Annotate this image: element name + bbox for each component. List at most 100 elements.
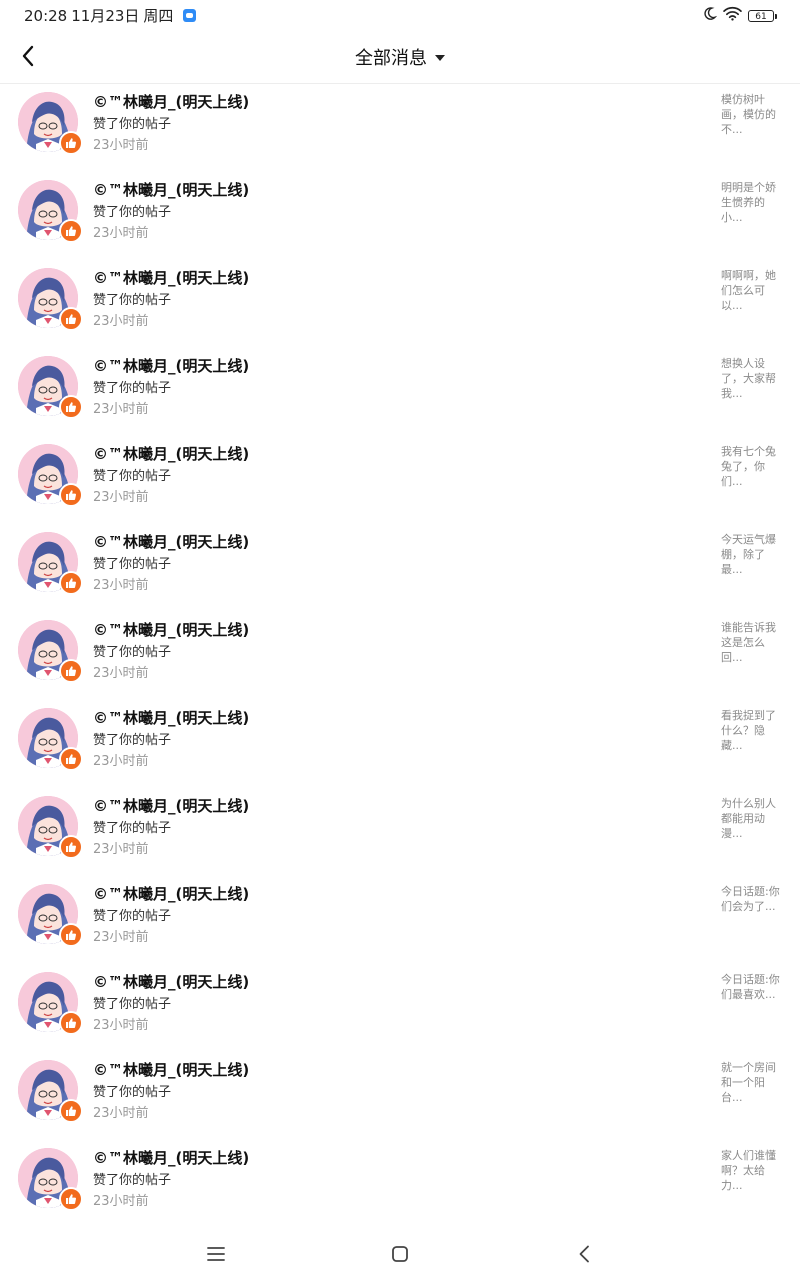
post-preview[interactable]: 就一个房间和一个阳台... [721,1060,785,1105]
post-preview[interactable]: 模仿树叶画，模仿的不... [721,92,785,137]
notification-item[interactable]: ©™林曦月_(明天上线) 赞了你的帖子 23小时前 家人们谁懂啊？太给力... [0,1140,800,1228]
thumbs-up-icon [66,578,77,588]
like-badge [59,395,83,419]
notification-item[interactable]: ©™林曦月_(明天上线) 赞了你的帖子 23小时前 为什么别人都能用动漫... [0,788,800,876]
status-left: 20:28 11月23日 周四 [24,5,197,26]
notification-item[interactable]: ©™林曦月_(明天上线) 赞了你的帖子 23小时前 谁能告诉我这是怎么回... [0,612,800,700]
sender-name[interactable]: ©™林曦月_(明天上线) [93,267,249,288]
notification-time: 23小时前 [93,930,149,945]
status-bar: 20:28 11月23日 周四 61 [0,0,800,30]
notification-action: 赞了你的帖子 [93,909,172,924]
status-weekday: 周四 [143,7,174,25]
like-badge [59,835,83,859]
thumbs-up-icon [66,666,77,676]
post-preview[interactable]: 为什么别人都能用动漫... [721,796,785,841]
notification-item[interactable]: ©™林曦月_(明天上线) 赞了你的帖子 23小时前 啊啊啊，她们怎么可以... [0,260,800,348]
notification-action: 赞了你的帖子 [93,645,172,660]
thumbs-up-icon [66,314,77,324]
home-button[interactable] [385,1242,415,1266]
thumbs-up-icon [66,1194,77,1204]
thumbs-up-icon [66,402,77,412]
notification-item[interactable]: ©™林曦月_(明天上线) 赞了你的帖子 23小时前 明明是个娇生惯养的小... [0,172,800,260]
notification-time: 23小时前 [93,226,149,241]
page-title: 全部消息 [355,48,427,69]
like-badge [59,1099,83,1123]
sender-name[interactable]: ©™林曦月_(明天上线) [93,883,249,904]
post-preview[interactable]: 今日话题:你们会为了... [721,884,785,914]
moon-icon [702,6,718,25]
notification-time: 23小时前 [93,402,149,417]
thumbs-up-icon [66,226,77,236]
home-icon [392,1246,408,1262]
notification-action: 赞了你的帖子 [93,821,172,836]
post-preview[interactable]: 明明是个娇生惯养的小... [721,180,785,225]
sender-name[interactable]: ©™林曦月_(明天上线) [93,707,249,728]
notification-item[interactable]: ©™林曦月_(明天上线) 赞了你的帖子 23小时前 模仿树叶画，模仿的不... [0,84,800,172]
notification-item[interactable]: ©™林曦月_(明天上线) 赞了你的帖子 23小时前 今日话题:你们会为了... [0,876,800,964]
notification-time: 23小时前 [93,314,149,329]
menu-icon [207,1247,225,1261]
back-icon [579,1245,589,1263]
battery-icon: 61 [748,9,777,22]
notification-item[interactable]: ©™林曦月_(明天上线) 赞了你的帖子 23小时前 就一个房间和一个阳台... [0,1052,800,1140]
notification-time: 23小时前 [93,1018,149,1033]
thumbs-up-icon [66,490,77,500]
sender-name[interactable]: ©™林曦月_(明天上线) [93,971,249,992]
notification-time: 23小时前 [93,754,149,769]
status-right: 61 [702,6,777,25]
post-preview[interactable]: 谁能告诉我这是怎么回... [721,620,785,665]
message-filter-dropdown[interactable]: 全部消息 [0,44,800,70]
sender-name[interactable]: ©™林曦月_(明天上线) [93,355,249,376]
thumbs-up-icon [66,138,77,148]
status-date: 11月23日 [71,7,140,25]
notification-action: 赞了你的帖子 [93,117,172,132]
notification-action: 赞了你的帖子 [93,293,172,308]
sender-name[interactable]: ©™林曦月_(明天上线) [93,443,249,464]
app-notification-icon [183,9,197,22]
like-badge [59,747,83,771]
notification-item[interactable]: ©™林曦月_(明天上线) 赞了你的帖子 23小时前 我有七个兔兔了，你们... [0,436,800,524]
notification-time: 23小时前 [93,842,149,857]
thumbs-up-icon [66,1018,77,1028]
post-preview[interactable]: 啊啊啊，她们怎么可以... [721,268,785,313]
sender-name[interactable]: ©™林曦月_(明天上线) [93,619,249,640]
notification-time: 23小时前 [93,1106,149,1121]
notification-item[interactable]: ©™林曦月_(明天上线) 赞了你的帖子 23小时前 今日话题:你们最喜欢... [0,964,800,1052]
sender-name[interactable]: ©™林曦月_(明天上线) [93,91,249,112]
notification-action: 赞了你的帖子 [93,381,172,396]
sender-name[interactable]: ©™林曦月_(明天上线) [93,795,249,816]
sender-name[interactable]: ©™林曦月_(明天上线) [93,179,249,200]
post-preview[interactable]: 我有七个兔兔了，你们... [721,444,785,489]
notification-time: 23小时前 [93,666,149,681]
caret-down-icon [435,55,445,61]
sender-name[interactable]: ©™林曦月_(明天上线) [93,1147,249,1168]
post-preview[interactable]: 想换人设了，大家帮我... [721,356,785,401]
wifi-icon [723,6,742,25]
sender-name[interactable]: ©™林曦月_(明天上线) [93,1059,249,1080]
post-preview[interactable]: 今日话题:你们最喜欢... [721,972,785,1002]
like-badge [59,483,83,507]
like-badge [59,307,83,331]
post-preview[interactable]: 今天运气爆棚，除了最... [721,532,785,577]
menu-button[interactable] [201,1242,231,1266]
notification-item[interactable]: ©™林曦月_(明天上线) 赞了你的帖子 23小时前 今天运气爆棚，除了最... [0,524,800,612]
like-badge [59,1187,83,1211]
thumbs-up-icon [66,842,77,852]
notification-action: 赞了你的帖子 [93,205,172,220]
notification-list: ©™林曦月_(明天上线) 赞了你的帖子 23小时前 模仿树叶画，模仿的不... … [0,84,800,1228]
thumbs-up-icon [66,1106,77,1116]
notification-action: 赞了你的帖子 [93,1085,172,1100]
like-badge [59,659,83,683]
notification-time: 23小时前 [93,490,149,505]
system-back-button[interactable] [569,1242,599,1266]
post-preview[interactable]: 看我捉到了什么？隐藏... [721,708,785,753]
notification-item[interactable]: ©™林曦月_(明天上线) 赞了你的帖子 23小时前 想换人设了，大家帮我... [0,348,800,436]
notification-time: 23小时前 [93,578,149,593]
notification-action: 赞了你的帖子 [93,557,172,572]
sender-name[interactable]: ©™林曦月_(明天上线) [93,531,249,552]
notification-item[interactable]: ©™林曦月_(明天上线) 赞了你的帖子 23小时前 看我捉到了什么？隐藏... [0,700,800,788]
like-badge [59,923,83,947]
thumbs-up-icon [66,930,77,940]
status-time: 20:28 [24,6,68,25]
post-preview[interactable]: 家人们谁懂啊？太给力... [721,1148,785,1193]
